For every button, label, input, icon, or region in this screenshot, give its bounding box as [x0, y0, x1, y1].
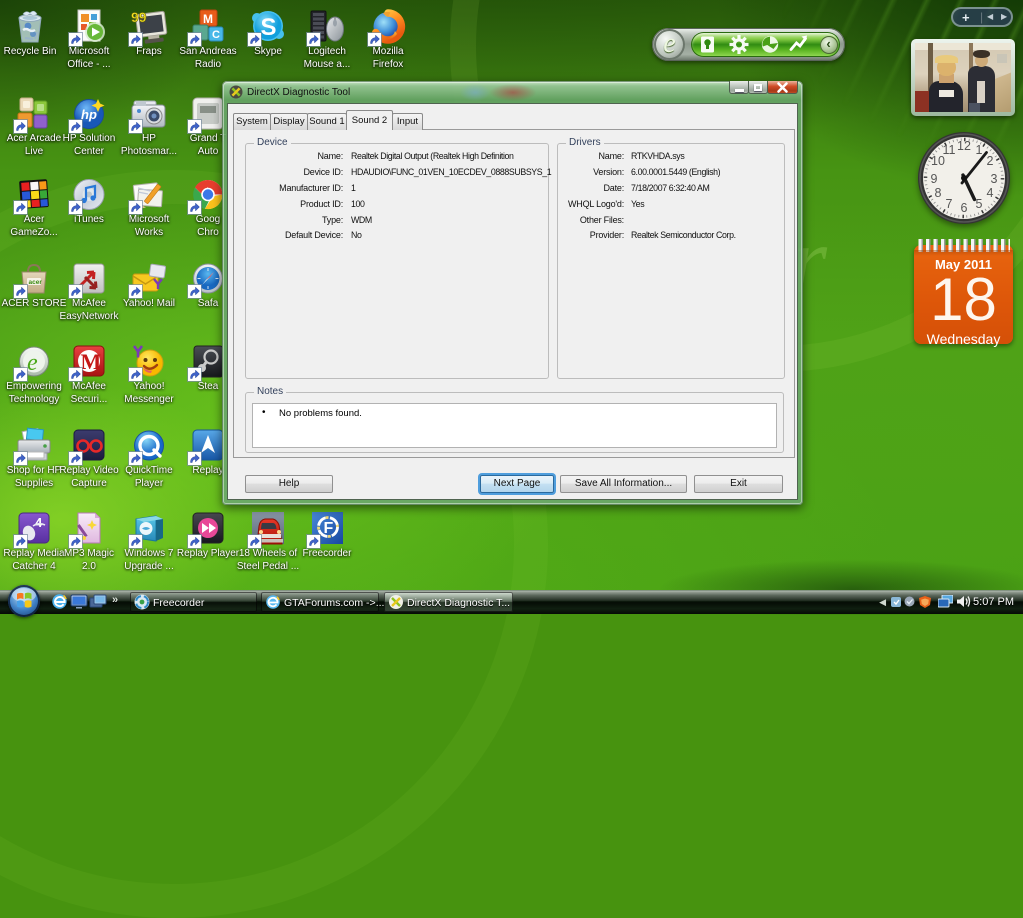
- svg-text:9: 9: [931, 172, 938, 186]
- svg-text:4: 4: [987, 186, 994, 200]
- svg-text:3: 3: [991, 172, 998, 186]
- svg-text:8: 8: [935, 186, 942, 200]
- svg-text:M: M: [203, 12, 213, 26]
- svg-text:12: 12: [957, 139, 971, 153]
- svg-text:6: 6: [961, 201, 968, 215]
- svg-text:S: S: [261, 14, 277, 41]
- svg-text:acer: acer: [29, 279, 43, 286]
- svg-text:4: 4: [35, 515, 43, 530]
- svg-text:e: e: [27, 350, 38, 376]
- svg-text:M: M: [81, 349, 102, 374]
- svg-text:2: 2: [987, 154, 994, 168]
- svg-text:99: 99: [131, 9, 147, 25]
- svg-text:1: 1: [976, 143, 983, 157]
- svg-text:C: C: [212, 29, 220, 41]
- svg-text:hp: hp: [81, 107, 97, 122]
- svg-text:F: F: [324, 520, 334, 537]
- svg-text:5: 5: [976, 197, 983, 211]
- svg-text:11: 11: [943, 143, 956, 157]
- svg-text:7: 7: [946, 197, 953, 211]
